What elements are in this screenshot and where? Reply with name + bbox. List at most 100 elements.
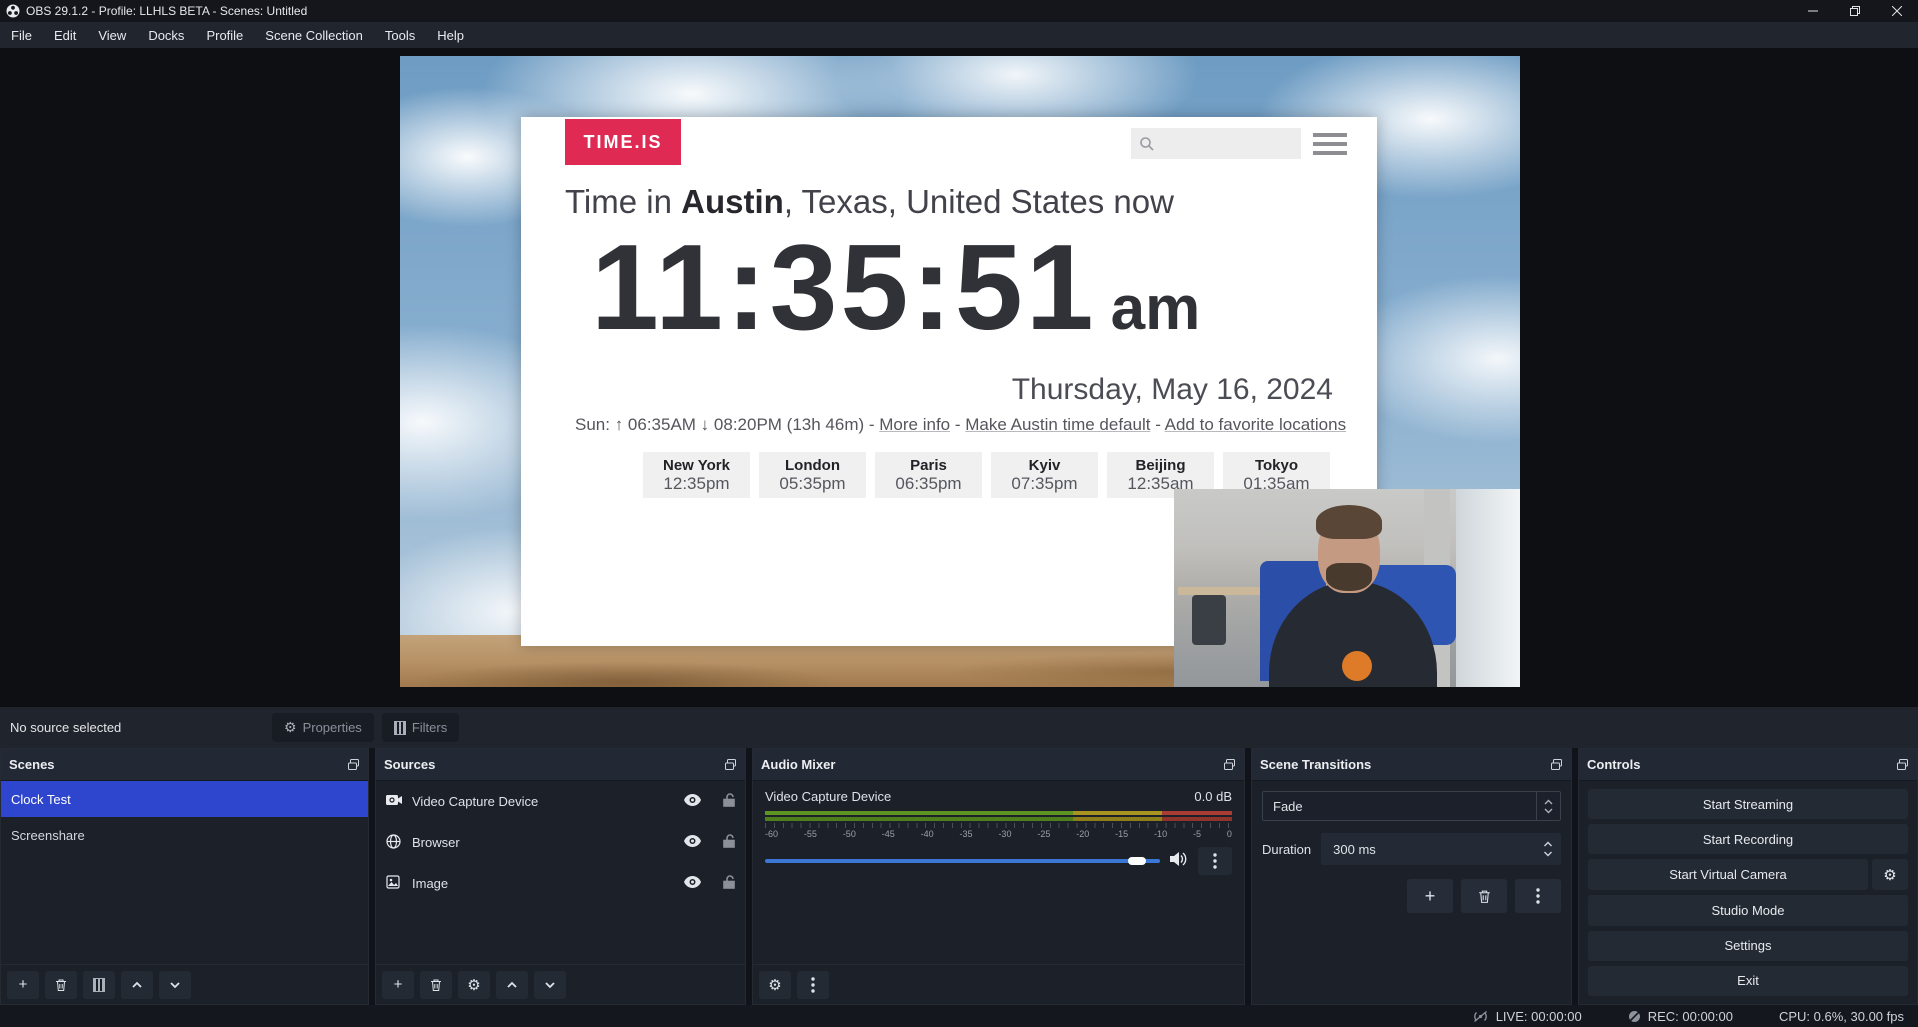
minimize-button[interactable] — [1792, 0, 1834, 22]
preview-canvas[interactable]: TIME.IS Time in Austin, Texas, United St… — [400, 56, 1520, 687]
arrow-down-icon — [169, 979, 181, 991]
lock-icon[interactable] — [723, 793, 735, 810]
duration-spin-arrows[interactable] — [1535, 841, 1561, 857]
volume-slider[interactable] — [765, 853, 1160, 869]
lock-icon[interactable] — [723, 834, 735, 851]
scenes-list: Clock Test Screenshare — [1, 781, 368, 964]
webcam-person-beard — [1326, 563, 1372, 591]
audio-mixer-dock: Audio Mixer Video Capture Device 0.0 dB … — [752, 748, 1245, 1005]
properties-button[interactable]: ⚙ Properties — [272, 713, 374, 742]
scenes-dock-header: Scenes — [1, 749, 368, 781]
move-scene-down-button[interactable] — [159, 971, 191, 999]
menu-scene-collection[interactable]: Scene Collection — [254, 22, 374, 48]
timeis-logo: TIME.IS — [565, 119, 681, 165]
menu-docks[interactable]: Docks — [137, 22, 195, 48]
filters-button[interactable]: Filters — [382, 713, 459, 742]
controls-dock: Controls Start Streaming Start Recording… — [1578, 748, 1918, 1005]
source-row-video-capture[interactable]: Video Capture Device — [376, 781, 745, 822]
menu-profile[interactable]: Profile — [195, 22, 254, 48]
obs-window: OBS 29.1.2 - Profile: LLHLS BETA - Scene… — [0, 0, 1918, 1027]
exit-button[interactable]: Exit — [1588, 966, 1908, 996]
duration-spinbox[interactable]: 300 ms — [1321, 833, 1561, 865]
popout-icon[interactable] — [347, 758, 360, 771]
source-properties-button[interactable]: ⚙ — [458, 971, 490, 999]
menu-edit[interactable]: Edit — [43, 22, 87, 48]
source-row-browser[interactable]: Browser — [376, 822, 745, 863]
start-streaming-button[interactable]: Start Streaming — [1588, 789, 1908, 819]
transition-select-arrows — [1536, 792, 1560, 820]
search-icon — [1139, 136, 1155, 152]
volume-meter: -60-55-50-45-40-35-30-25-20-15-10-50 — [765, 811, 1232, 839]
settings-button[interactable]: Settings — [1588, 931, 1908, 961]
arrow-up-icon — [506, 979, 518, 991]
source-row-image[interactable]: Image — [376, 863, 745, 904]
obs-logo-icon — [6, 4, 20, 18]
dock-area: Scenes Clock Test Screenshare + — [0, 748, 1918, 1005]
menu-tools[interactable]: Tools — [374, 22, 426, 48]
start-recording-button[interactable]: Start Recording — [1588, 824, 1908, 854]
mixer-channel-menu-button[interactable] — [1198, 847, 1232, 875]
scene-item-screenshare[interactable]: Screenshare — [1, 817, 368, 853]
more-info-link: More info — [879, 415, 950, 434]
camera-icon — [386, 793, 412, 810]
city-card: London05:35pm — [759, 452, 866, 498]
cpu-fps-stats: CPU: 0.6%, 30.00 fps — [1779, 1009, 1904, 1024]
popout-icon[interactable] — [1896, 758, 1909, 771]
clock-ampm: am — [1111, 273, 1201, 344]
filters-icon — [93, 978, 105, 992]
sun-info-line: Sun: ↑ 06:35AM ↓ 08:20PM (13h 46m) - Mor… — [575, 415, 1346, 435]
remove-scene-button[interactable] — [45, 971, 77, 999]
scene-item-clock-test[interactable]: Clock Test — [1, 781, 368, 817]
image-icon — [386, 875, 412, 892]
virtual-camera-config-button[interactable]: ⚙ — [1872, 859, 1908, 890]
webcam-person-hair — [1316, 505, 1382, 539]
advanced-audio-button[interactable]: ⚙ — [759, 971, 791, 999]
volume-meter-bar — [765, 811, 1232, 815]
transition-properties-button[interactable] — [1515, 879, 1561, 913]
studio-mode-button[interactable]: Studio Mode — [1588, 895, 1908, 925]
scenes-dock: Scenes Clock Test Screenshare + — [0, 748, 369, 1005]
clock-display: 11:35:51 am — [591, 217, 1200, 357]
mixer-menu-button[interactable] — [797, 971, 829, 999]
clock-time: 11:35:51 — [591, 217, 1097, 357]
mixer-channel-name: Video Capture Device — [765, 789, 891, 804]
add-transition-button[interactable]: + — [1407, 879, 1453, 913]
popout-icon[interactable] — [1223, 758, 1236, 771]
visibility-eye-icon[interactable] — [684, 835, 701, 850]
visibility-eye-icon[interactable] — [684, 876, 701, 891]
webcam-chair — [1192, 595, 1226, 645]
chevron-down-icon — [1544, 808, 1553, 814]
move-source-down-button[interactable] — [534, 971, 566, 999]
start-virtual-camera-button[interactable]: Start Virtual Camera — [1588, 859, 1868, 890]
source-toolbar: No source selected ⚙ Properties Filters — [0, 707, 1918, 748]
close-button[interactable] — [1876, 0, 1918, 22]
add-source-button[interactable]: + — [382, 971, 414, 999]
remove-source-button[interactable] — [420, 971, 452, 999]
visibility-eye-icon[interactable] — [684, 794, 701, 809]
move-source-up-button[interactable] — [496, 971, 528, 999]
menu-file[interactable]: File — [0, 22, 43, 48]
add-scene-button[interactable]: + — [7, 971, 39, 999]
remove-transition-button[interactable] — [1461, 879, 1507, 913]
audio-mixer-toolbar: ⚙ — [753, 964, 1244, 1004]
popout-icon[interactable] — [724, 758, 737, 771]
transition-select[interactable]: Fade — [1262, 791, 1561, 821]
popout-icon[interactable] — [1550, 758, 1563, 771]
kebab-icon — [811, 977, 815, 993]
restore-button[interactable] — [1834, 0, 1876, 22]
scene-transitions-dock-header: Scene Transitions — [1252, 749, 1571, 781]
menu-view[interactable]: View — [87, 22, 137, 48]
menu-help[interactable]: Help — [426, 22, 475, 48]
scenes-toolbar: + — [1, 964, 368, 1004]
audio-mixer-dock-header: Audio Mixer — [753, 749, 1244, 781]
lock-icon[interactable] — [723, 875, 735, 892]
city-card: Paris06:35pm — [875, 452, 982, 498]
title-bar: OBS 29.1.2 - Profile: LLHLS BETA - Scene… — [0, 0, 1918, 22]
move-scene-up-button[interactable] — [121, 971, 153, 999]
volume-slider-handle[interactable] — [1128, 857, 1146, 865]
speaker-icon[interactable] — [1170, 851, 1188, 872]
kebab-icon — [1213, 853, 1217, 869]
scene-transitions-body: Fade Duration 300 ms — [1252, 781, 1571, 1004]
meter-tick-marks — [765, 823, 1232, 828]
scene-filters-button[interactable] — [83, 971, 115, 999]
